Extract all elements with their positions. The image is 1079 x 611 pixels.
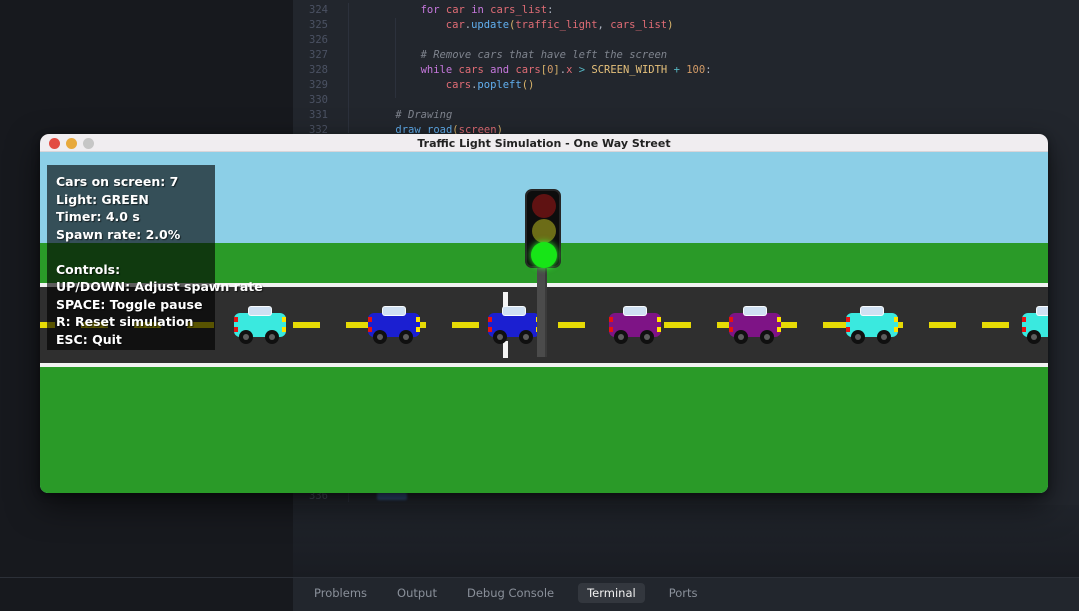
hud-text-line: Cars on screen: 7 [56,174,179,189]
hud-text-line: UP/DOWN: Adjust spawn rate [56,279,263,294]
wheel [734,330,748,344]
tab-ports[interactable]: Ports [663,583,704,603]
yellow-light [532,219,556,243]
hud-text-line: Controls: [56,261,121,277]
headlight [894,327,898,332]
headlight [416,327,420,332]
hud-text-line: Spawn rate: 2.0% [56,226,181,242]
taillight [729,327,733,332]
tab-debug-console[interactable]: Debug Console [461,583,560,603]
hud-text-line [56,243,215,261]
line-number: 327 [309,49,328,61]
taillight [846,317,850,322]
hud-text-line: R: Reset simulation [56,314,194,329]
taillight [1022,327,1026,332]
taillight [729,317,733,322]
car-window [860,306,884,316]
tab-terminal[interactable]: Terminal [578,583,645,603]
wheel [877,330,891,344]
car [368,306,420,344]
wheel [519,330,533,344]
grass-field [40,367,1048,493]
headlight [282,327,286,332]
code-text: for car in cars_list: [420,4,554,16]
headlight [657,327,661,332]
headlight [777,327,781,332]
taillight [488,317,492,322]
line-number: 328 [309,64,328,76]
red-light [532,194,556,218]
car [488,306,540,344]
headlight [894,317,898,322]
line-number: 329 [309,79,328,91]
line-number: 325 [309,19,328,31]
taillight [846,327,850,332]
headlight [657,317,661,322]
taillight [368,317,372,322]
window-titlebar[interactable]: Traffic Light Simulation - One Way Stree… [40,134,1048,152]
car [729,306,781,344]
headlight [416,317,420,322]
taillight [1022,317,1026,322]
indent-guide [348,3,349,133]
traffic-light [525,189,561,268]
clipped-code-text [377,492,407,500]
wheel [760,330,774,344]
hud-text-line: Timer: 4.0 s [56,209,140,224]
wheel [1027,330,1041,344]
line-number: 331 [309,109,328,121]
car-window [743,306,767,316]
code-text: cars.popleft() [445,79,535,91]
hud-text-line: SPACE: Toggle pause [56,296,203,312]
car-window [502,306,526,316]
code-text: while cars and cars[0].x > SCREEN_WIDTH … [420,64,712,76]
code-text: # Drawing [395,109,453,121]
car [609,306,661,344]
taillight [234,317,238,322]
wheel [614,330,628,344]
hud-text-line: Light: GREEN [56,191,149,207]
taillight [488,327,492,332]
terminal-panel[interactable] [293,505,1079,577]
car-window [382,306,406,316]
tab-problems[interactable]: Problems [308,583,373,603]
wheel [373,330,387,344]
headlight [282,317,286,322]
car-window [623,306,647,316]
car [846,306,898,344]
car [1022,306,1048,344]
headlight [777,317,781,322]
wheel [239,330,253,344]
traffic-light-pole [537,265,547,357]
line-number: 330 [309,94,328,106]
car-window [1036,306,1048,316]
hud-overlay: Cars on screen: 7 Light: GREEN Timer: 4.0 … [47,165,263,350]
green-light [531,242,557,268]
car-window [248,306,272,316]
simulation-scene: Cars on screen: 7 Light: GREEN Timer: 4.0 … [40,152,1048,493]
taillight [609,327,613,332]
code-pane[interactable]: 324 for car in cars_list: 325 car.update(tr… [293,0,1079,140]
wheel [265,330,279,344]
hud-text-line: ESC: Quit [56,331,122,347]
screen: { "vscode": { "code": { "lines": [ {"num… [0,0,1079,611]
tab-output[interactable]: Output [391,583,443,603]
window-title: Traffic Light Simulation - One Way Stree… [417,137,671,150]
wheel [493,330,507,344]
line-number: 326 [309,34,328,46]
line-number: 324 [309,4,328,16]
taillight [368,327,372,332]
wheel [640,330,654,344]
pygame-window[interactable]: Traffic Light Simulation - One Way Stree… [40,134,1048,493]
wheel [851,330,865,344]
indent-guide [395,18,396,98]
bottom-panel-tabs: Problems Output Debug Console Terminal Ports [308,581,704,605]
car [234,306,286,344]
code-text: # Remove cars that have left the screen [420,49,668,61]
panel-divider [0,577,1079,578]
wheel [399,330,413,344]
taillight [609,317,613,322]
taillight [234,327,238,332]
